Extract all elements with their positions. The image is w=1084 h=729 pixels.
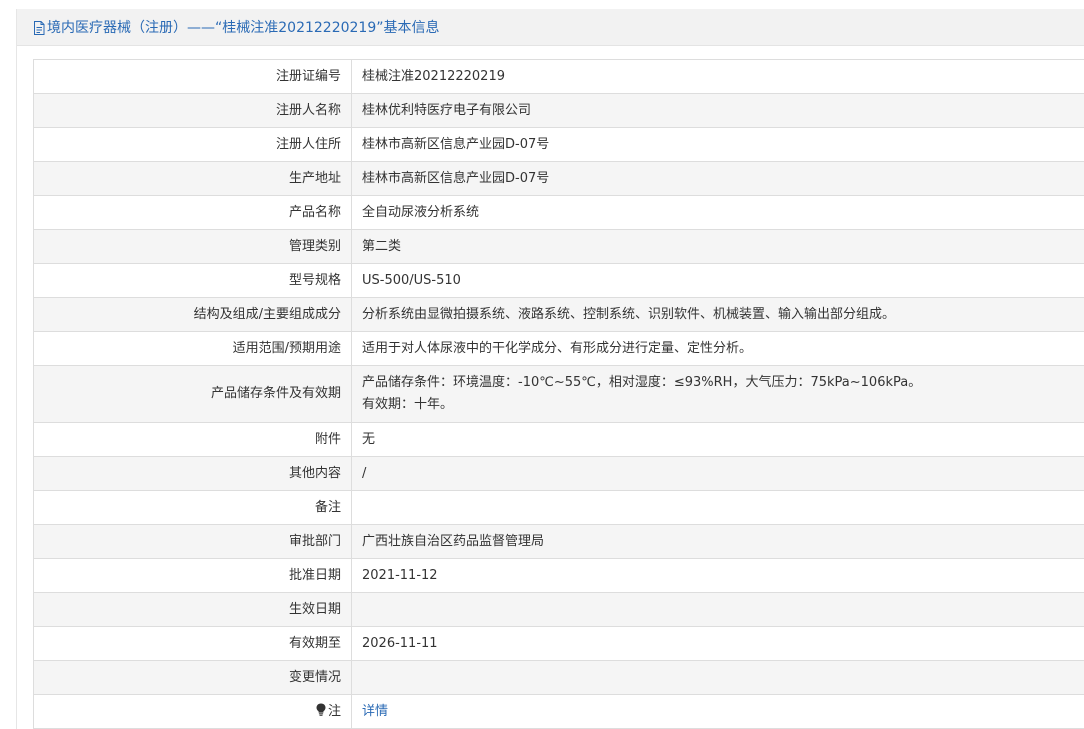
table-row: 结构及组成/主要组成成分 分析系统由显微拍摄系统、液路系统、控制系统、识别软件、… bbox=[33, 297, 1084, 332]
table-row: 注册人住所 桂林市高新区信息产业园D-07号 bbox=[33, 127, 1084, 162]
table-row: 备注 bbox=[33, 490, 1084, 525]
table-row: 批准日期 2021-11-12 bbox=[33, 558, 1084, 593]
table-row: 生产地址 桂林市高新区信息产业园D-07号 bbox=[33, 161, 1084, 196]
note-label: 注 bbox=[327, 703, 341, 719]
table-row: 适用范围/预期用途 适用于对人体尿液中的干化学成分、有形成分进行定量、定性分析。 bbox=[33, 331, 1084, 366]
row-label: 其他内容 bbox=[33, 456, 352, 491]
row-value: US-500/US-510 bbox=[351, 263, 1084, 298]
row-label: 有效期至 bbox=[33, 626, 352, 661]
row-value: 分析系统由显微拍摄系统、液路系统、控制系统、识别软件、机械装置、输入输出部分组成… bbox=[351, 297, 1084, 332]
table-row: 有效期至 2026-11-11 bbox=[33, 626, 1084, 661]
row-label: 生效日期 bbox=[33, 592, 352, 627]
info-panel: 境内医疗器械（注册）——“桂械注准20212220219”基本信息 注册证编号 … bbox=[16, 9, 1084, 729]
row-label: 注册人名称 bbox=[33, 93, 352, 128]
info-table: 注册证编号 桂械注准20212220219 注册人名称 桂林优利特医疗电子有限公… bbox=[33, 59, 1084, 729]
table-row: 附件 无 bbox=[33, 422, 1084, 457]
row-label: 适用范围/预期用途 bbox=[33, 331, 352, 366]
lightbulb-icon bbox=[315, 702, 327, 716]
page: 境内医疗器械（注册）——“桂械注准20212220219”基本信息 注册证编号 … bbox=[0, 0, 1084, 729]
row-value: 适用于对人体尿液中的干化学成分、有形成分进行定量、定性分析。 bbox=[351, 331, 1084, 366]
row-value: 桂械注准20212220219 bbox=[351, 59, 1084, 94]
row-value: 第二类 bbox=[351, 229, 1084, 264]
panel-header: 境内医疗器械（注册）——“桂械注准20212220219”基本信息 bbox=[17, 9, 1084, 46]
row-value: 产品储存条件：环境温度：-10℃~55℃，相对湿度：≤93%RH，大气压力：75… bbox=[351, 365, 1084, 423]
page-title: 境内医疗器械（注册）——“桂械注准20212220219”基本信息 bbox=[47, 20, 440, 36]
row-label: 批准日期 bbox=[33, 558, 352, 593]
row-value: 桂林市高新区信息产业园D-07号 bbox=[351, 161, 1084, 196]
row-value bbox=[351, 660, 1084, 695]
document-icon bbox=[33, 21, 45, 35]
row-value bbox=[351, 592, 1084, 627]
info-table-wrap: 注册证编号 桂械注准20212220219 注册人名称 桂林优利特医疗电子有限公… bbox=[33, 59, 1084, 729]
row-value: 桂林优利特医疗电子有限公司 bbox=[351, 93, 1084, 128]
row-label: 审批部门 bbox=[33, 524, 352, 559]
row-value: 详情 bbox=[351, 694, 1084, 729]
row-label: 管理类别 bbox=[33, 229, 352, 264]
row-value: 无 bbox=[351, 422, 1084, 457]
row-value: 桂林市高新区信息产业园D-07号 bbox=[351, 127, 1084, 162]
row-label: 型号规格 bbox=[33, 263, 352, 298]
storage-conditions-text: 产品储存条件：环境温度：-10℃~55℃，相对湿度：≤93%RH，大气压力：75… bbox=[362, 375, 922, 390]
table-row: 审批部门 广西壮族自治区药品监督管理局 bbox=[33, 524, 1084, 559]
table-row: 产品名称 全自动尿液分析系统 bbox=[33, 195, 1084, 230]
row-label: 变更情况 bbox=[33, 660, 352, 695]
row-label: 附件 bbox=[33, 422, 352, 457]
row-label: 备注 bbox=[33, 490, 352, 525]
row-value: 广西壮族自治区药品监督管理局 bbox=[351, 524, 1084, 559]
table-row: 变更情况 bbox=[33, 660, 1084, 695]
row-label: 结构及组成/主要组成成分 bbox=[33, 297, 352, 332]
table-row: 型号规格 US-500/US-510 bbox=[33, 263, 1084, 298]
row-value: 全自动尿液分析系统 bbox=[351, 195, 1084, 230]
row-value: / bbox=[351, 456, 1084, 491]
row-label-note: 注 bbox=[33, 694, 352, 729]
details-link[interactable]: 详情 bbox=[362, 704, 388, 719]
row-value: 2021-11-12 bbox=[351, 558, 1084, 593]
shelf-life-text: 有效期：十年。 bbox=[362, 397, 454, 412]
table-row: 注 详情 bbox=[33, 694, 1084, 729]
row-label: 注册人住所 bbox=[33, 127, 352, 162]
row-value bbox=[351, 490, 1084, 525]
row-label: 生产地址 bbox=[33, 161, 352, 196]
row-label: 产品名称 bbox=[33, 195, 352, 230]
table-row: 注册证编号 桂械注准20212220219 bbox=[33, 59, 1084, 94]
table-row: 注册人名称 桂林优利特医疗电子有限公司 bbox=[33, 93, 1084, 128]
table-row: 产品储存条件及有效期 产品储存条件：环境温度：-10℃~55℃，相对湿度：≤93… bbox=[33, 365, 1084, 423]
table-row: 管理类别 第二类 bbox=[33, 229, 1084, 264]
row-value: 2026-11-11 bbox=[351, 626, 1084, 661]
table-row: 其他内容 / bbox=[33, 456, 1084, 491]
row-label: 注册证编号 bbox=[33, 59, 352, 94]
row-label: 产品储存条件及有效期 bbox=[33, 365, 352, 423]
table-row: 生效日期 bbox=[33, 592, 1084, 627]
